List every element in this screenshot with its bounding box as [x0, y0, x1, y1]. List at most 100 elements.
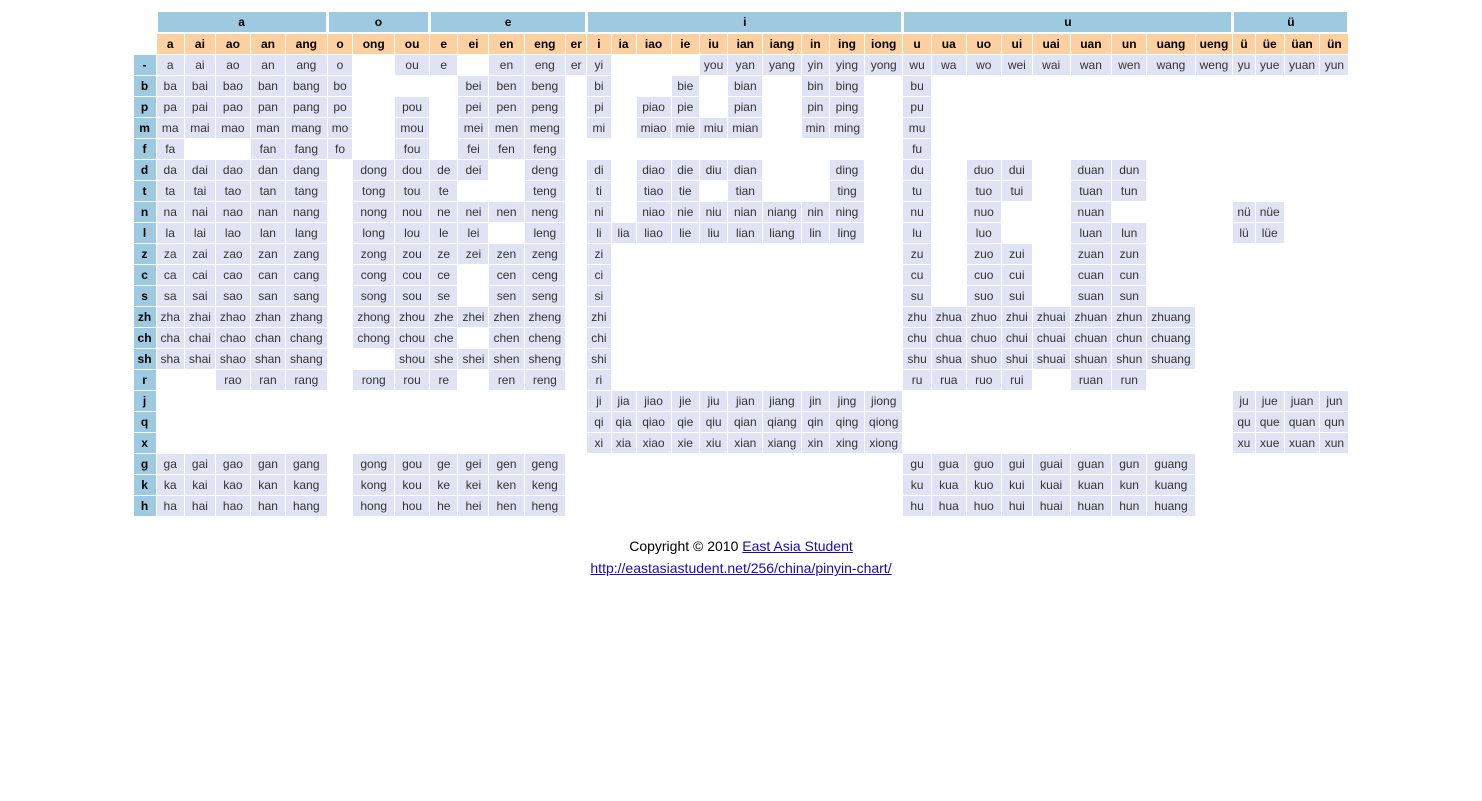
pinyin-cell[interactable]: yi: [587, 55, 610, 75]
pinyin-cell[interactable]: shan: [251, 349, 285, 369]
pinyin-cell[interactable]: pu: [903, 97, 930, 117]
pinyin-cell[interactable]: ka: [157, 475, 184, 495]
pinyin-cell[interactable]: quan: [1285, 412, 1320, 432]
pinyin-cell[interactable]: ru: [903, 370, 930, 390]
pinyin-cell[interactable]: zha: [157, 307, 184, 327]
pinyin-cell[interactable]: lei: [458, 223, 488, 243]
pinyin-cell[interactable]: bie: [672, 76, 699, 96]
pinyin-cell[interactable]: a: [157, 55, 184, 75]
pinyin-cell[interactable]: nuo: [967, 202, 1001, 222]
pinyin-cell[interactable]: liao: [637, 223, 671, 243]
pinyin-cell[interactable]: qiang: [763, 412, 800, 432]
pinyin-cell[interactable]: zhuan: [1071, 307, 1112, 327]
pinyin-cell[interactable]: zou: [395, 244, 429, 264]
pinyin-cell[interactable]: niao: [637, 202, 671, 222]
pinyin-cell[interactable]: zu: [903, 244, 930, 264]
pinyin-cell[interactable]: ne: [430, 202, 457, 222]
pinyin-cell[interactable]: duo: [967, 160, 1001, 180]
pinyin-cell[interactable]: sha: [157, 349, 184, 369]
pinyin-cell[interactable]: chui: [1002, 328, 1032, 348]
pinyin-cell[interactable]: qia: [612, 412, 636, 432]
pinyin-cell[interactable]: hao: [216, 496, 250, 516]
pinyin-cell[interactable]: fen: [489, 139, 523, 159]
pinyin-cell[interactable]: suo: [967, 286, 1001, 306]
pinyin-cell[interactable]: cu: [903, 265, 930, 285]
pinyin-cell[interactable]: lai: [185, 223, 215, 243]
pinyin-cell[interactable]: nin: [802, 202, 829, 222]
pinyin-cell[interactable]: ken: [489, 475, 523, 495]
pinyin-cell[interactable]: lang: [286, 223, 327, 243]
pinyin-cell[interactable]: zao: [216, 244, 250, 264]
pinyin-cell[interactable]: xie: [672, 433, 699, 453]
pinyin-cell[interactable]: hei: [458, 496, 488, 516]
pinyin-cell[interactable]: ben: [489, 76, 523, 96]
pinyin-cell[interactable]: cha: [157, 328, 184, 348]
pinyin-cell[interactable]: tou: [395, 181, 429, 201]
pinyin-cell[interactable]: shou: [395, 349, 429, 369]
pinyin-cell[interactable]: mai: [185, 118, 215, 138]
pinyin-cell[interactable]: sun: [1112, 286, 1146, 306]
pinyin-cell[interactable]: fo: [328, 139, 353, 159]
pinyin-cell[interactable]: qin: [802, 412, 829, 432]
pinyin-cell[interactable]: kan: [251, 475, 285, 495]
pinyin-cell[interactable]: cou: [395, 265, 429, 285]
pinyin-cell[interactable]: tian: [728, 181, 762, 201]
pinyin-cell[interactable]: tuo: [967, 181, 1001, 201]
pinyin-cell[interactable]: nü: [1233, 202, 1254, 222]
pinyin-cell[interactable]: ling: [830, 223, 864, 243]
pinyin-cell[interactable]: tao: [216, 181, 250, 201]
pinyin-cell[interactable]: pou: [395, 97, 429, 117]
pinyin-cell[interactable]: qun: [1320, 412, 1348, 432]
pinyin-cell[interactable]: ceng: [525, 265, 566, 285]
pinyin-cell[interactable]: yan: [728, 55, 762, 75]
pinyin-cell[interactable]: you: [700, 55, 727, 75]
pinyin-cell[interactable]: pi: [587, 97, 610, 117]
pinyin-cell[interactable]: tui: [1002, 181, 1032, 201]
pinyin-cell[interactable]: yue: [1256, 55, 1284, 75]
pinyin-cell[interactable]: ni: [587, 202, 610, 222]
pinyin-cell[interactable]: an: [251, 55, 285, 75]
pinyin-cell[interactable]: guan: [1071, 454, 1112, 474]
pinyin-cell[interactable]: kong: [353, 475, 394, 495]
pinyin-cell[interactable]: hu: [903, 496, 930, 516]
pinyin-cell[interactable]: gei: [458, 454, 488, 474]
pinyin-cell[interactable]: feng: [525, 139, 566, 159]
pinyin-cell[interactable]: rong: [353, 370, 394, 390]
pinyin-cell[interactable]: rou: [395, 370, 429, 390]
pinyin-cell[interactable]: niu: [700, 202, 727, 222]
pinyin-cell[interactable]: qiu: [700, 412, 727, 432]
pinyin-cell[interactable]: nüe: [1256, 202, 1284, 222]
pinyin-cell[interactable]: ku: [903, 475, 930, 495]
pinyin-cell[interactable]: ren: [489, 370, 523, 390]
pinyin-cell[interactable]: zhuang: [1147, 307, 1194, 327]
pinyin-cell[interactable]: zi: [587, 244, 610, 264]
url-link[interactable]: http://eastasiastudent.net/256/china/pin…: [590, 560, 891, 576]
pinyin-cell[interactable]: guai: [1033, 454, 1070, 474]
pinyin-cell[interactable]: ju: [1233, 391, 1254, 411]
pinyin-cell[interactable]: chu: [903, 328, 930, 348]
pinyin-cell[interactable]: bin: [802, 76, 829, 96]
pinyin-cell[interactable]: pai: [185, 97, 215, 117]
pinyin-cell[interactable]: beng: [525, 76, 566, 96]
pinyin-cell[interactable]: sui: [1002, 286, 1032, 306]
pinyin-cell[interactable]: zhui: [1002, 307, 1032, 327]
pinyin-cell[interactable]: zhao: [216, 307, 250, 327]
pinyin-cell[interactable]: xian: [728, 433, 762, 453]
pinyin-cell[interactable]: xing: [830, 433, 864, 453]
pinyin-cell[interactable]: ha: [157, 496, 184, 516]
pinyin-cell[interactable]: lu: [903, 223, 930, 243]
pinyin-cell[interactable]: jun: [1320, 391, 1348, 411]
pinyin-cell[interactable]: ban: [251, 76, 285, 96]
pinyin-cell[interactable]: die: [672, 160, 699, 180]
pinyin-cell[interactable]: ze: [430, 244, 457, 264]
pinyin-cell[interactable]: man: [251, 118, 285, 138]
pinyin-cell[interactable]: pan: [251, 97, 285, 117]
pinyin-cell[interactable]: yong: [865, 55, 902, 75]
pinyin-cell[interactable]: pang: [286, 97, 327, 117]
pinyin-cell[interactable]: jue: [1256, 391, 1284, 411]
pinyin-cell[interactable]: chuang: [1147, 328, 1194, 348]
pinyin-cell[interactable]: lian: [728, 223, 762, 243]
pinyin-cell[interactable]: heng: [525, 496, 566, 516]
pinyin-cell[interactable]: que: [1256, 412, 1284, 432]
pinyin-cell[interactable]: hui: [1002, 496, 1032, 516]
